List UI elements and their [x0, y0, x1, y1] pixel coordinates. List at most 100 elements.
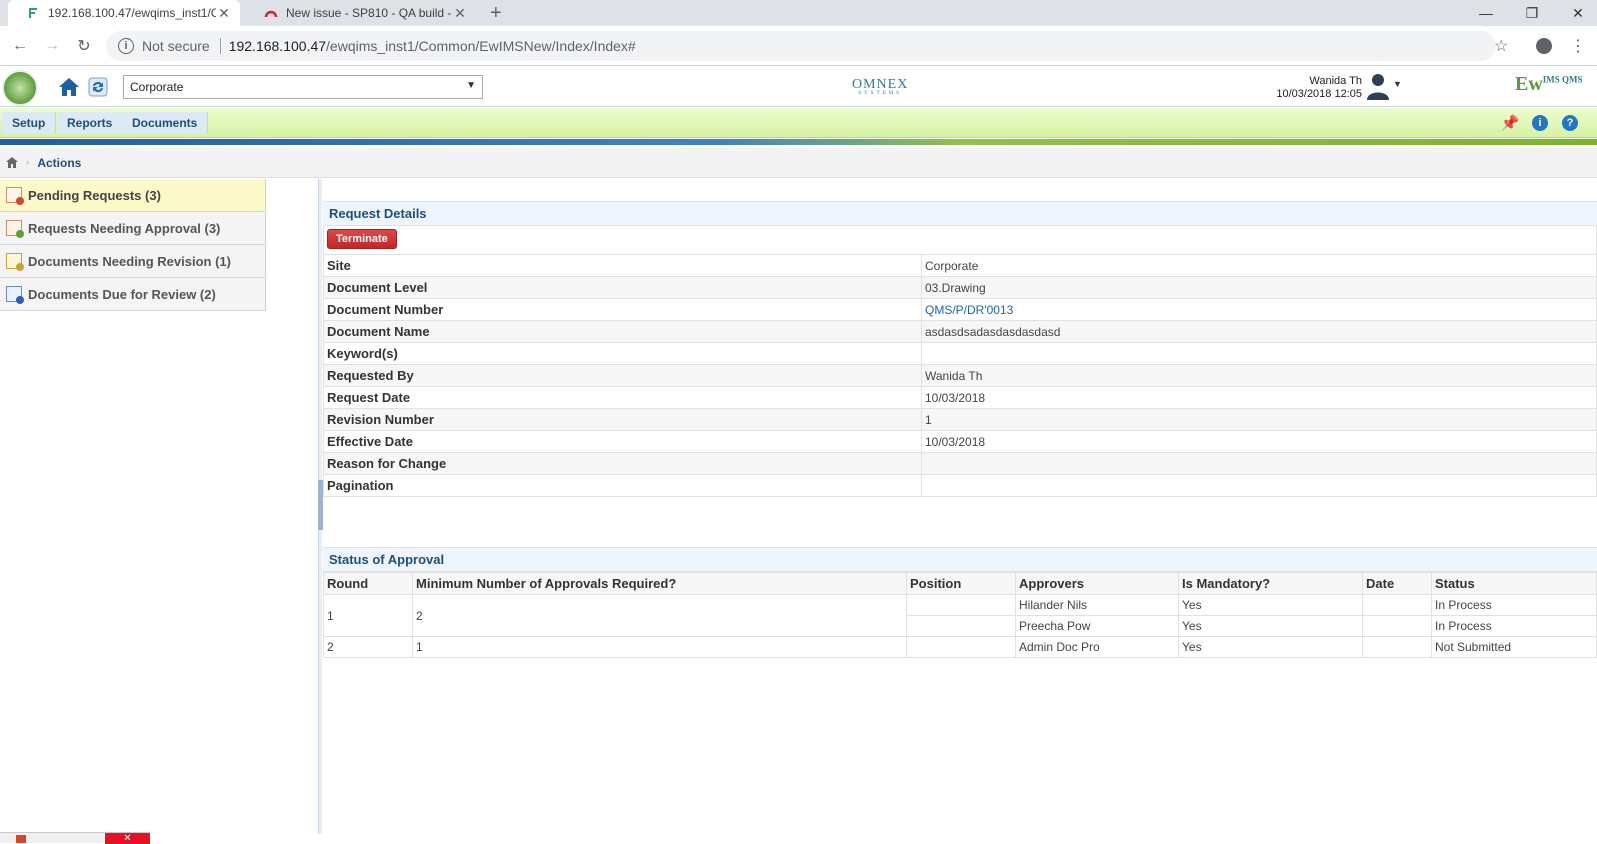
request-details-table: Site Corporate Document Level 03.Drawing Doc… — [323, 254, 1597, 497]
column-header: Status — [1431, 572, 1597, 595]
breadcrumb: › Actions — [0, 148, 1597, 178]
breadcrumb-separator-icon: › — [26, 157, 30, 168]
revision-documents-icon — [6, 253, 24, 271]
panel-splitter[interactable] — [318, 179, 323, 834]
approval-status-panel: Status of Approval Round Minimum Number … — [323, 547, 1597, 658]
omnex-favicon-icon — [29, 8, 37, 18]
pending-request-icon — [6, 187, 24, 205]
home-icon[interactable] — [58, 77, 80, 97]
user-avatar-icon[interactable] — [1366, 71, 1390, 101]
approval-request-icon — [6, 220, 24, 238]
breadcrumb-current[interactable]: Actions — [37, 156, 81, 170]
detail-label: Document Number — [323, 298, 922, 321]
breadcrumb-home-icon[interactable] — [6, 157, 18, 168]
address-bar[interactable]: i Not secure 192.168.100.47/ewqims_inst1… — [106, 31, 1496, 61]
detail-label: Site — [323, 254, 922, 277]
new-tab-icon[interactable]: + — [490, 2, 502, 25]
info-icon[interactable]: i — [118, 38, 134, 54]
menu-setup[interactable]: Setup — [2, 112, 57, 134]
detail-label: Pagination — [323, 474, 922, 497]
browser-toolbar: ← → ↻ i Not secure 192.168.100.47/ewqims… — [0, 26, 1597, 66]
browser-tab-title: New issue - SP810 - QA build - C — [286, 6, 452, 20]
refresh-icon[interactable] — [88, 77, 108, 97]
taskbar-preview: ✕ — [0, 832, 150, 844]
detail-row: Revision Number 1 — [323, 408, 1597, 431]
detail-row: Effective Date 10/03/2018 — [323, 430, 1597, 453]
approval-row: 2 1 Admin Doc Pro Yes Not Submitted — [323, 636, 1597, 658]
minimize-window-icon[interactable]: — — [1463, 0, 1509, 26]
status-cell: In Process — [1431, 594, 1597, 616]
detail-row: Request Date 10/03/2018 — [323, 386, 1597, 409]
position-cell — [906, 636, 1016, 658]
detail-row: Keyword(s) — [323, 342, 1597, 365]
chevron-down-icon: ▼ — [466, 80, 476, 91]
position-cell — [906, 615, 1016, 637]
close-window-icon[interactable]: ✕ — [1555, 0, 1597, 26]
user-name: Wanida Th — [1309, 75, 1362, 87]
approver-cell: Preecha Pow — [1015, 615, 1179, 637]
bookmark-star-icon[interactable]: ☆ — [1494, 36, 1508, 56]
review-search-icon — [6, 286, 24, 304]
mandatory-cell: Yes — [1178, 615, 1363, 637]
detail-label: Document Name — [323, 320, 922, 343]
status-cell: In Process — [1431, 615, 1597, 637]
app-menu-logo-icon[interactable] — [2, 70, 38, 106]
terminate-button[interactable]: Terminate — [327, 229, 397, 249]
restore-window-icon[interactable]: ❐ — [1509, 0, 1555, 26]
close-preview-icon[interactable]: ✕ — [105, 833, 150, 844]
info-icon[interactable]: i — [1532, 115, 1548, 131]
detail-row: Document Level 03.Drawing — [323, 276, 1597, 299]
detail-value: Wanida Th — [921, 364, 1597, 387]
app-header: Corporate ▼ OMNEX SYSTEMS Wanida Th 10/0… — [0, 67, 1597, 107]
round-cell: 1 — [323, 594, 413, 637]
site-select[interactable]: Corporate ▼ — [123, 75, 483, 99]
column-header: Position — [906, 572, 1016, 595]
forward-icon[interactable]: → — [42, 36, 62, 56]
url-path: /ewqims_inst1/Common/EwIMSNew/Index/Inde… — [326, 38, 636, 54]
url-host: 192.168.100.47 — [228, 38, 327, 54]
header-accent-stripe — [0, 139, 1597, 145]
close-tab-icon[interactable]: ✕ — [216, 5, 232, 22]
mandatory-cell: Yes — [1178, 636, 1363, 658]
column-header: Date — [1362, 572, 1432, 595]
detail-label: Document Level — [323, 276, 922, 299]
sidebar-item-requests-needing-approval[interactable]: Requests Needing Approval (3) — [0, 212, 266, 245]
back-icon[interactable]: ← — [10, 36, 30, 56]
app-preview-icon — [16, 835, 26, 843]
browser-tab-active[interactable]: 192.168.100.47/ewqims_inst1/Co ✕ — [8, 0, 240, 26]
menu-documents[interactable]: Documents — [122, 112, 209, 134]
ewqims-logo: EwIMS QMS — [1515, 73, 1583, 95]
request-details-toolbar: Terminate — [323, 226, 1597, 254]
approver-cell: Hilander Nils — [1015, 594, 1179, 616]
detail-value — [921, 342, 1597, 365]
detail-value — [921, 452, 1597, 475]
sidebar-item-label: Documents Due for Review (2) — [28, 286, 216, 302]
sidebar-item-documents-needing-revision[interactable]: Documents Needing Revision (1) — [0, 245, 266, 278]
sidebar-item-documents-due-for-review[interactable]: Documents Due for Review (2) — [0, 278, 266, 311]
detail-row: Site Corporate — [323, 254, 1597, 277]
approval-status-title: Status of Approval — [323, 547, 1597, 572]
main-menu-bar: Setup Reports Documents 📌 i ? — [0, 108, 1597, 138]
document-number-link[interactable]: QMS/P/DR'0013 — [925, 303, 1013, 317]
close-tab-icon[interactable]: ✕ — [452, 5, 468, 22]
help-icon[interactable]: ? — [1562, 115, 1578, 131]
sidebar-item-pending-requests[interactable]: Pending Requests (3) — [0, 179, 266, 212]
profile-icon[interactable] — [1536, 38, 1552, 54]
detail-row: Requested By Wanida Th — [323, 364, 1597, 387]
round-cell: 2 — [323, 636, 413, 658]
menu-reports[interactable]: Reports — [57, 112, 124, 134]
pin-icon[interactable]: 📌 — [1501, 115, 1520, 132]
address-separator — [219, 38, 221, 54]
browser-menu-icon[interactable]: ⋮ — [1570, 36, 1586, 56]
user-menu-chevron-icon[interactable]: ▼ — [1393, 79, 1402, 89]
detail-label: Requested By — [323, 364, 922, 387]
arc-favicon-icon — [264, 10, 278, 18]
reload-icon[interactable]: ↻ — [74, 36, 94, 56]
date-cell — [1362, 636, 1432, 658]
approval-row: 1 2 Hilander Nils Yes In Process — [323, 594, 1597, 637]
position-cell — [906, 594, 1016, 616]
date-cell — [1362, 615, 1432, 637]
detail-value: 1 — [921, 408, 1597, 431]
browser-tab-inactive[interactable]: New issue - SP810 - QA build - C ✕ — [246, 0, 476, 26]
detail-label: Request Date — [323, 386, 922, 409]
